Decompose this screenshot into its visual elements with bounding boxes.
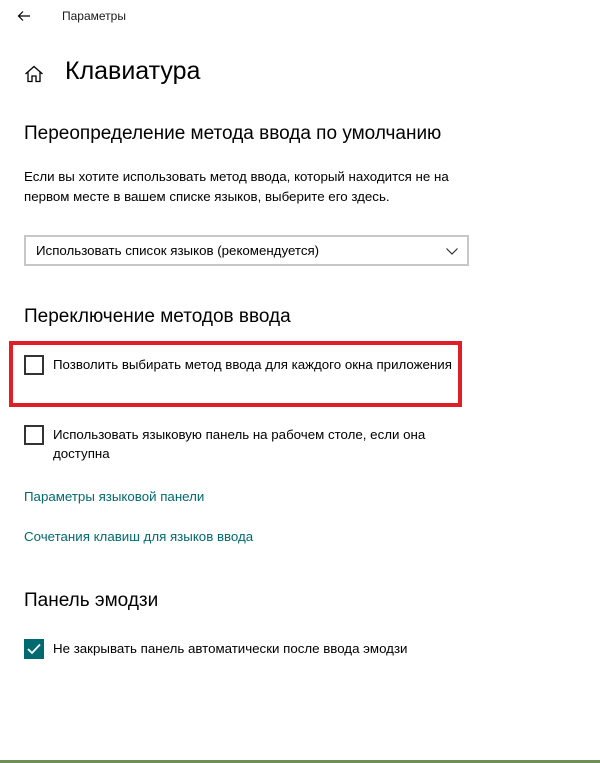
input-language-hotkeys-link[interactable]: Сочетания клавиш для языков ввода: [24, 529, 253, 544]
language-bar-options-link[interactable]: Параметры языковой панели: [24, 489, 204, 504]
input-method-dropdown[interactable]: Использовать список языков (рекомендуетс…: [24, 235, 469, 266]
emoji-panel-heading: Панель эмодзи: [24, 590, 159, 611]
checkmark-icon: [27, 643, 41, 655]
keep-emoji-panel-open-checkbox[interactable]: [24, 639, 44, 659]
chevron-down-icon: [446, 248, 458, 255]
keep-emoji-panel-open-label: Не закрывать панель автоматически после …: [53, 641, 408, 656]
switching-input-methods-heading: Переключение методов ввода: [24, 306, 291, 327]
dropdown-selected-value: Использовать список языков (рекомендуетс…: [36, 243, 320, 258]
arrow-left-icon: [17, 11, 30, 21]
home-icon: [25, 65, 43, 83]
per-app-input-method-checkbox[interactable]: [24, 355, 44, 375]
app-title: Параметры: [62, 9, 126, 23]
language-bar-checkbox[interactable]: [24, 425, 44, 445]
page-title: Клавиатура: [65, 57, 201, 85]
input-method-description: Если вы хотите использовать метод ввода,…: [24, 169, 449, 204]
input-method-override-heading: Переопределение метода ввода по умолчани…: [24, 123, 442, 144]
per-app-input-method-label: Позволить выбирать метод ввода для каждо…: [53, 357, 452, 372]
title-bar: Параметры: [0, 0, 600, 32]
highlight-annotation: [9, 341, 462, 407]
language-bar-label: Использовать языковую панель на рабочем …: [53, 427, 426, 461]
back-button[interactable]: [12, 4, 36, 28]
home-button[interactable]: [22, 62, 46, 86]
